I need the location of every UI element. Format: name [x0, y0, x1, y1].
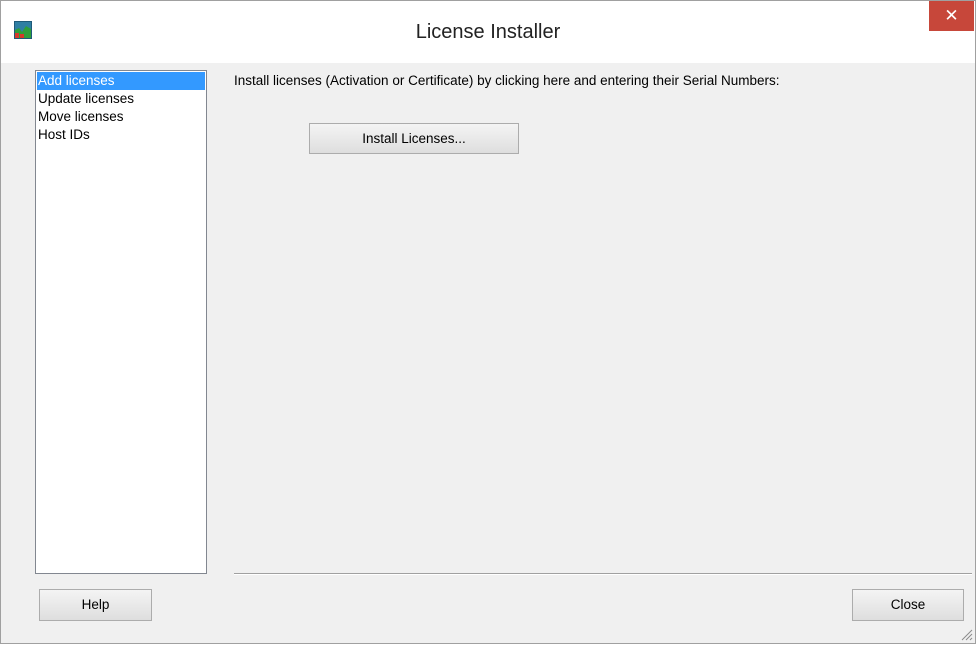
list-item-host-ids[interactable]: Host IDs [37, 126, 205, 144]
window-title: License Installer [415, 21, 561, 43]
close-button[interactable]: Close [852, 589, 964, 621]
list-item-add-licenses[interactable]: Add licenses [37, 72, 205, 90]
close-icon: ✕ [944, 6, 959, 25]
close-window-button[interactable]: ✕ [929, 1, 974, 31]
resize-grip-icon[interactable] [959, 627, 973, 641]
list-item-move-licenses[interactable]: Move licenses [37, 108, 205, 126]
install-licenses-button[interactable]: Install Licenses... [309, 123, 519, 154]
list-item-update-licenses[interactable]: Update licenses [37, 90, 205, 108]
dialog-content: Add licenses Update licenses Move licens… [9, 63, 972, 635]
instruction-text: Install licenses (Activation or Certific… [234, 73, 780, 88]
separator-line [234, 573, 972, 575]
title-bar[interactable]: License Installer ✕ [1, 1, 975, 63]
license-installer-window: License Installer ✕ Add licenses Update … [0, 0, 976, 644]
license-action-list[interactable]: Add licenses Update licenses Move licens… [35, 70, 207, 574]
help-button[interactable]: Help [39, 589, 152, 621]
